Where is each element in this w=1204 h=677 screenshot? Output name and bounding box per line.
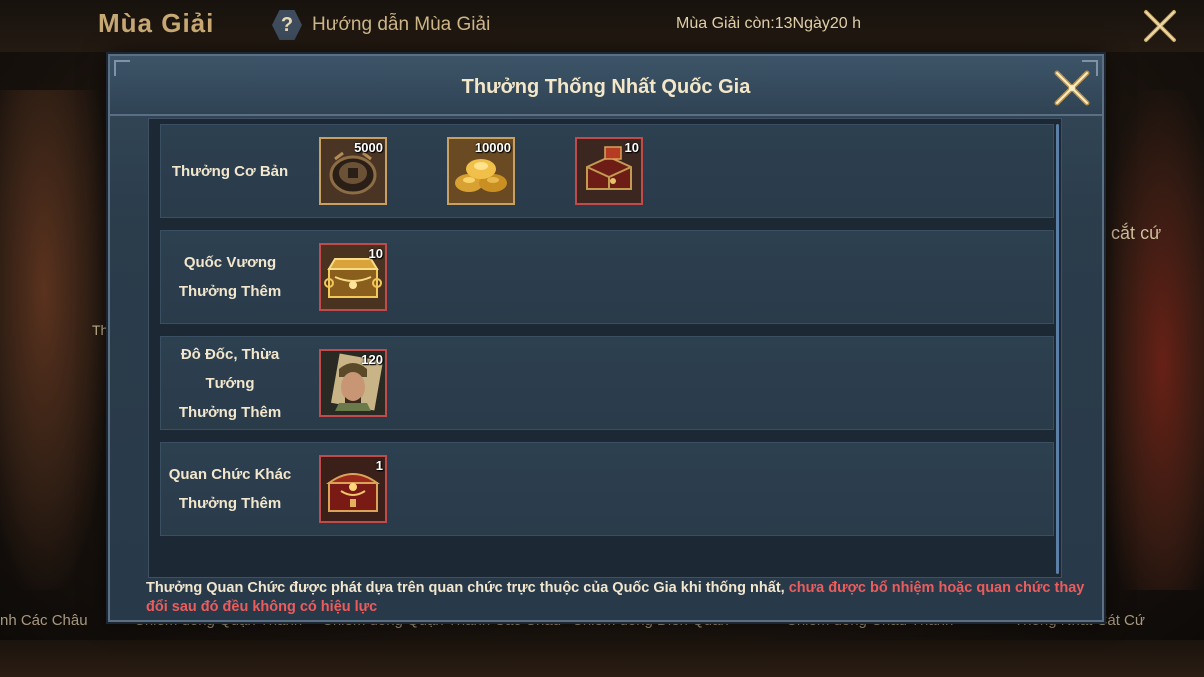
- reward-row-label: Đô Đốc, Thừa Tướng Thưởng Thêm: [165, 337, 295, 429]
- close-icon[interactable]: [1052, 68, 1092, 108]
- season-header-bar: Mùa Giải ? Hướng dẫn Mùa Giải Mùa Giải c…: [0, 0, 1204, 52]
- item-quantity: 1: [375, 458, 383, 473]
- reward-row-label-line: Đô Đốc, Thừa Tướng: [180, 345, 280, 392]
- item-quantity: 10: [368, 246, 383, 261]
- reward-item-gold[interactable]: 10000: [447, 137, 515, 205]
- reward-item-coin[interactable]: 5000: [319, 137, 387, 205]
- reward-row-label-line: Thưởng Thêm: [178, 283, 282, 300]
- reward-item-ornate-chest[interactable]: 1: [319, 455, 387, 523]
- reward-row-basic: Thưởng Cơ Bản 5000 10000 10: [160, 124, 1054, 218]
- corner-ornament: [114, 60, 130, 76]
- dialog-header: Thưởng Thống Nhất Quốc Gia: [110, 56, 1102, 116]
- reward-item-red-chest[interactable]: 10: [575, 137, 643, 205]
- season-guide-button[interactable]: ? Hướng dẫn Mùa Giải: [272, 8, 490, 42]
- reward-row-other-officials: Quan Chức Khác Thưởng Thêm 1: [160, 442, 1054, 536]
- season-guide-label: Hướng dẫn Mùa Giải: [312, 14, 491, 35]
- reward-row-label: Quan Chức Khác Thưởng Thêm: [165, 443, 295, 535]
- reward-note-text: Thưởng Quan Chức được phát dựa trên quan…: [146, 580, 785, 596]
- reward-row-king: Quốc Vương Thưởng Thêm 10: [160, 230, 1054, 324]
- season-title: Mùa Giải: [98, 8, 215, 38]
- season-remaining-time: Mùa Giải còn:13Ngày20 h: [676, 15, 861, 32]
- reward-row-label-line: Quan Chức Khác: [168, 466, 292, 483]
- help-icon: ?: [272, 10, 302, 40]
- item-quantity: 10: [624, 140, 639, 155]
- background-right-label: ư cắt cứ: [1094, 223, 1162, 243]
- reward-row-label-line: Thưởng Thêm: [178, 495, 282, 512]
- item-quantity: 120: [361, 352, 383, 367]
- item-quantity: 5000: [354, 140, 383, 155]
- background-character-right: [1100, 90, 1204, 590]
- reward-row-label: Thưởng Cơ Bản: [165, 125, 295, 217]
- reward-note: Thưởng Quan Chức được phát dựa trên quan…: [146, 579, 1096, 617]
- background-left-label: Th: [92, 322, 109, 338]
- background-bottom-bar: [0, 640, 1204, 677]
- unification-reward-dialog: Thưởng Thống Nhất Quốc Gia Thưởng Cơ Bản…: [108, 54, 1104, 622]
- reward-item-general[interactable]: 120: [319, 349, 387, 417]
- item-quantity: 10000: [474, 140, 511, 155]
- close-icon[interactable]: [1140, 6, 1180, 46]
- reward-item-gold-chest[interactable]: 10: [319, 243, 387, 311]
- reward-row-label-line: Thưởng Thêm: [178, 403, 282, 421]
- dialog-title: Thưởng Thống Nhất Quốc Gia: [461, 76, 751, 98]
- reward-row-label: Quốc Vương Thưởng Thêm: [165, 231, 295, 323]
- reward-row-admiral: Đô Đốc, Thừa Tướng Thưởng Thêm 120: [160, 336, 1054, 430]
- scrollbar[interactable]: [1056, 124, 1059, 574]
- background-character-left: [0, 90, 110, 590]
- reward-row-label-line: Quốc Vương: [183, 254, 277, 271]
- tab-region-conquest[interactable]: nh Các Châu: [0, 612, 88, 629]
- reward-row-label-line: Thưởng Cơ Bản: [171, 162, 289, 180]
